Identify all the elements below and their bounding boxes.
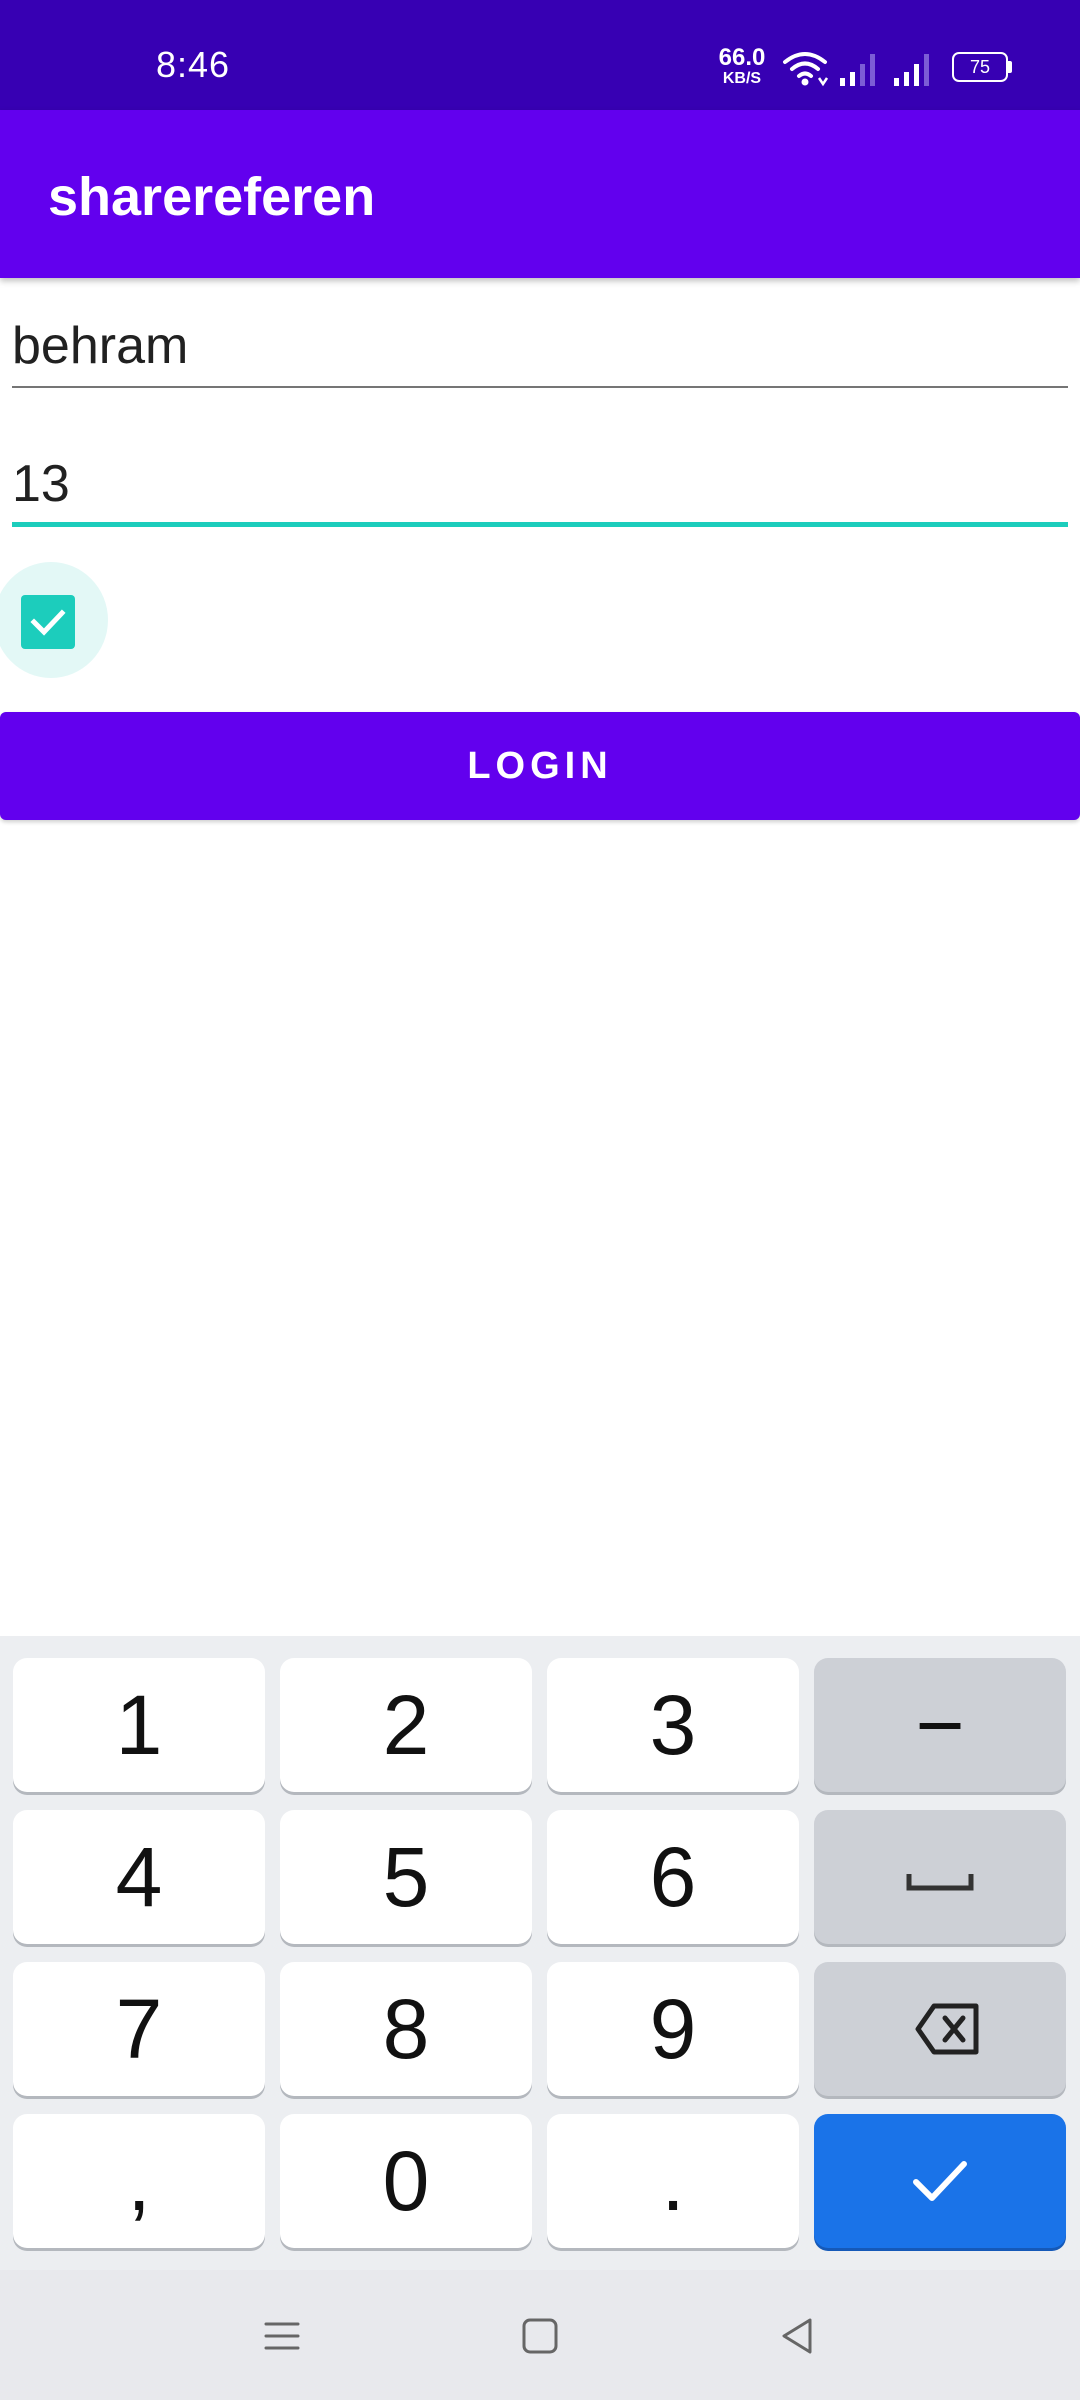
- backspace-icon: [915, 2003, 979, 2055]
- key-0[interactable]: 0: [280, 2114, 532, 2248]
- network-speed-unit: KB/S: [722, 70, 762, 87]
- space-bar-icon: [906, 1874, 974, 1891]
- name-input-underline: [12, 386, 1068, 388]
- key-4[interactable]: 4: [13, 1810, 265, 1944]
- key-1[interactable]: 1: [13, 1658, 265, 1792]
- key-7[interactable]: 7: [13, 1962, 265, 2096]
- key-backspace[interactable]: [814, 1962, 1066, 2096]
- login-button[interactable]: LOGIN: [0, 712, 1080, 820]
- key-5[interactable]: 5: [280, 1810, 532, 1944]
- name-input-value: behram: [12, 317, 189, 375]
- signal-icon: [894, 54, 929, 86]
- key-2[interactable]: 2: [280, 1658, 532, 1792]
- app-title: sharereferen: [48, 167, 376, 227]
- screen: 8:46 66.0 KB/S 75 sharereferen behram 13…: [0, 0, 1080, 2400]
- battery-level: 75: [952, 52, 1008, 82]
- remember-checkbox[interactable]: [21, 595, 75, 649]
- battery-icon: 75: [952, 52, 1012, 84]
- checkmark-icon: [30, 609, 66, 636]
- navigation-bar: [0, 2270, 1080, 2400]
- back-icon[interactable]: [774, 2312, 822, 2360]
- key-period[interactable]: .: [547, 2114, 799, 2248]
- signal-icon: [840, 54, 875, 86]
- age-input-value: 13: [12, 455, 70, 513]
- menu-icon[interactable]: [258, 2312, 306, 2360]
- app-bar: sharereferen: [0, 110, 1080, 278]
- key-space[interactable]: [814, 1810, 1066, 1944]
- checkmark-icon: [913, 2161, 967, 2201]
- age-input-underline: [12, 522, 1068, 527]
- network-speed: 66.0 KB/S: [714, 46, 770, 87]
- key-9[interactable]: 9: [547, 1962, 799, 2096]
- age-input[interactable]: 13: [12, 436, 1068, 530]
- status-bar: 8:46 66.0 KB/S 75: [0, 0, 1080, 110]
- battery-tip: [1008, 61, 1012, 73]
- wifi-icon: [783, 52, 828, 87]
- key-comma[interactable]: ,: [13, 2114, 265, 2248]
- key-done[interactable]: [814, 2114, 1066, 2248]
- key-8[interactable]: 8: [280, 1962, 532, 2096]
- key-6[interactable]: 6: [547, 1810, 799, 1944]
- home-icon[interactable]: [516, 2312, 564, 2360]
- status-time: 8:46: [156, 44, 231, 85]
- name-input[interactable]: behram: [12, 300, 1068, 392]
- network-speed-value: 66.0: [718, 44, 766, 71]
- key-minus[interactable]: −: [814, 1658, 1066, 1792]
- key-3[interactable]: 3: [547, 1658, 799, 1792]
- numeric-keyboard: 1 2 3 − 4 5 6 7 8 9 , 0 .: [0, 1636, 1080, 2270]
